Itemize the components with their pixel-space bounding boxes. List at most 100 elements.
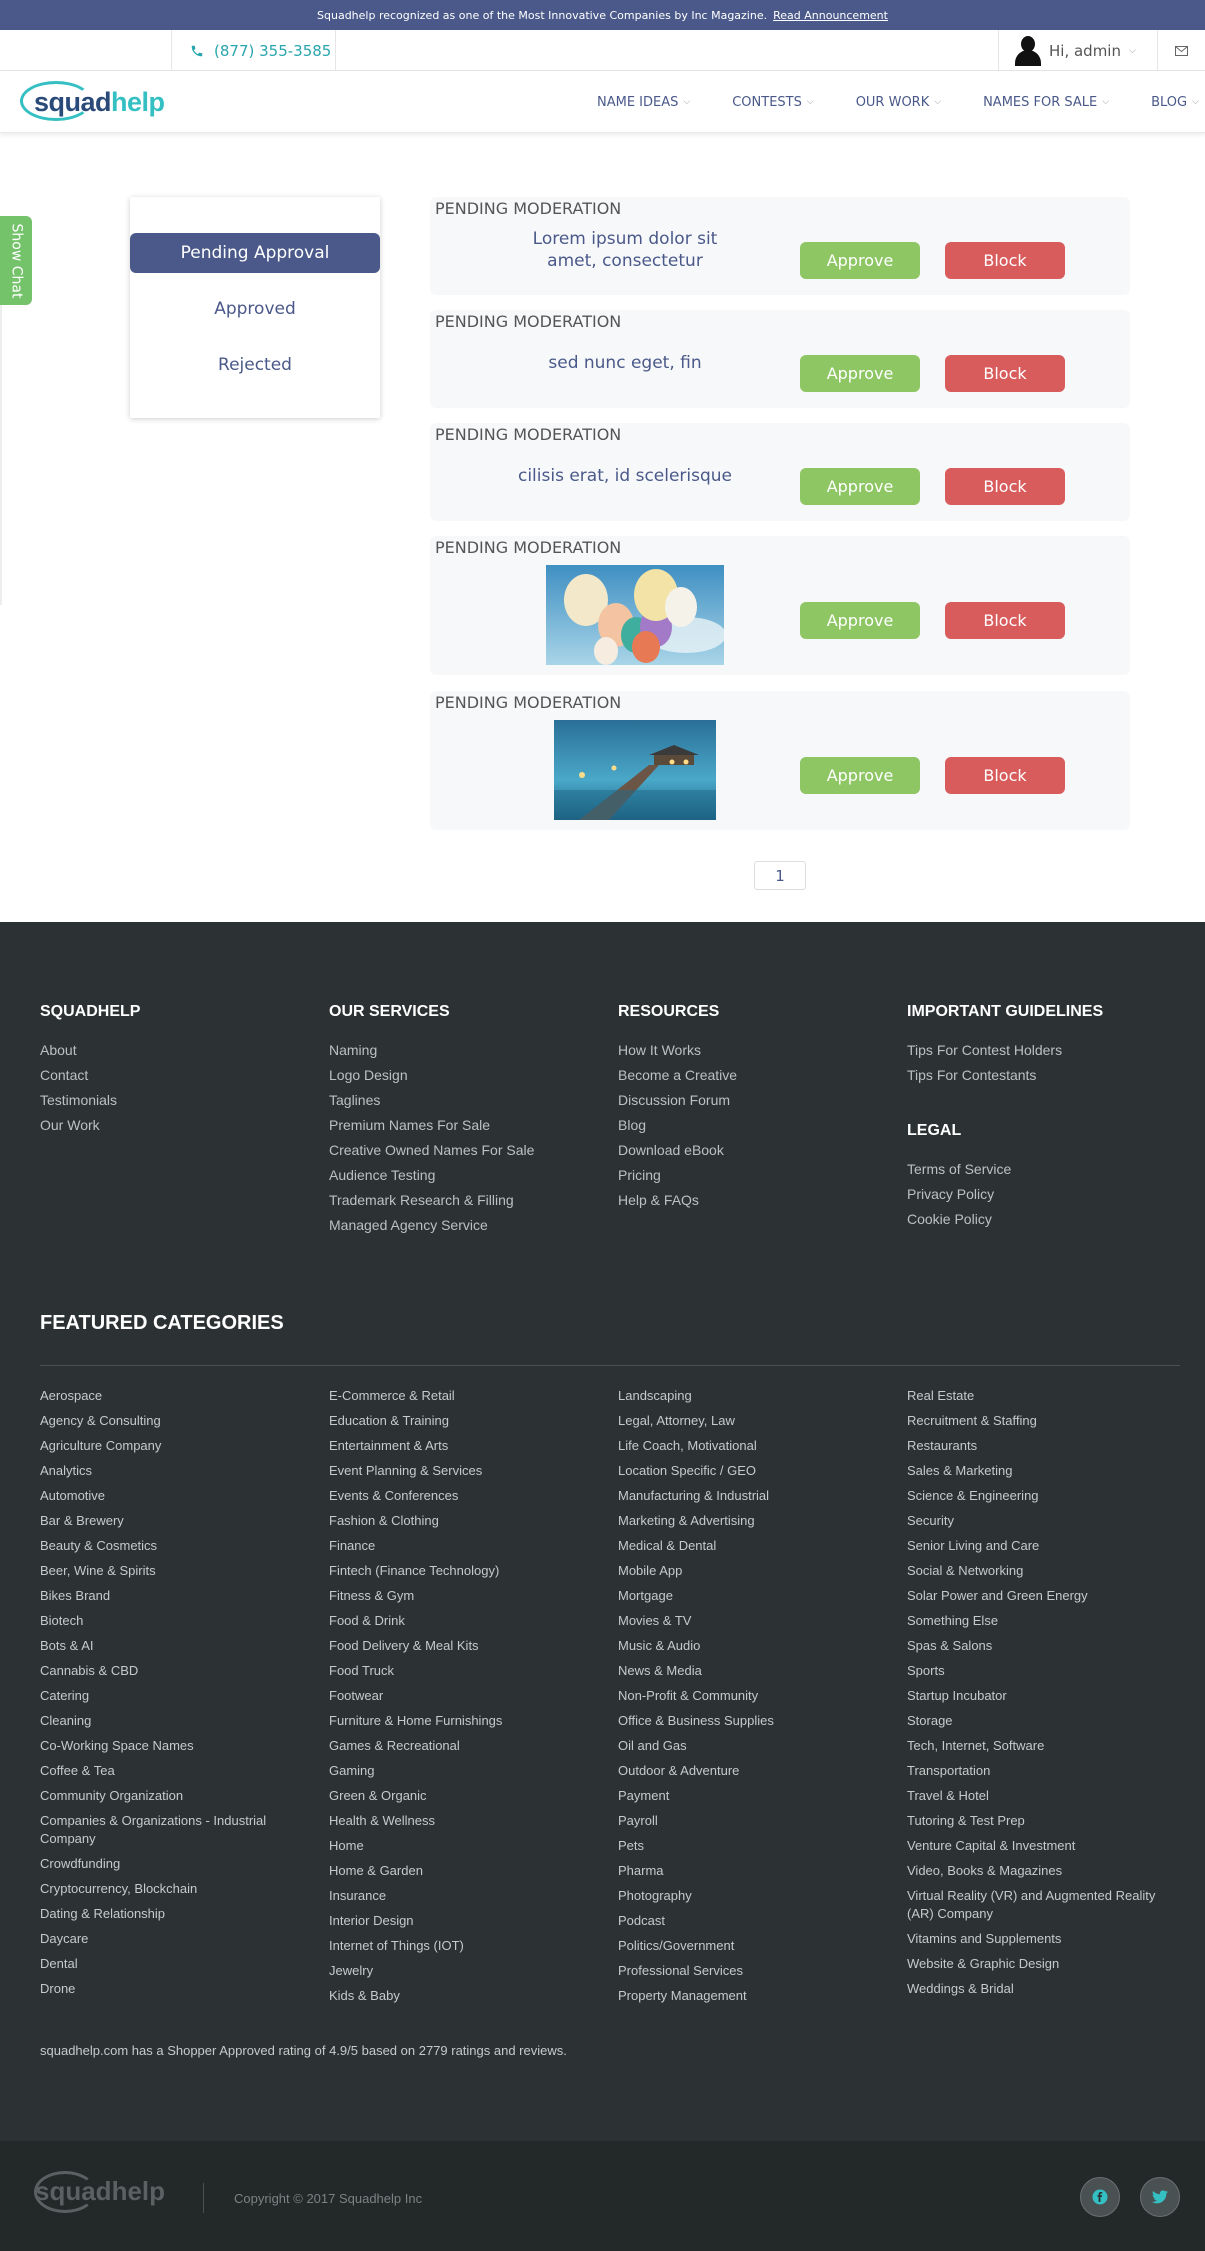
category-link[interactable]: Games & Recreational xyxy=(329,1737,599,1755)
category-link[interactable]: Payroll xyxy=(618,1812,888,1830)
category-link[interactable]: Startup Incubator xyxy=(907,1687,1177,1705)
category-link[interactable]: Furniture & Home Furnishings xyxy=(329,1712,599,1730)
category-link[interactable]: Catering xyxy=(40,1687,310,1705)
nav-name-ideas[interactable]: NAME IDEAS ⌵ xyxy=(597,95,690,110)
menu-approved[interactable]: Approved xyxy=(130,289,380,329)
category-link[interactable]: Home xyxy=(329,1837,599,1855)
category-link[interactable]: Non-Profit & Community xyxy=(618,1687,888,1705)
category-link[interactable]: Vitamins and Supplements xyxy=(907,1930,1177,1948)
category-link[interactable]: Internet of Things (IOT) xyxy=(329,1937,599,1955)
nav-contests[interactable]: CONTESTS ⌵ xyxy=(732,95,813,110)
category-link[interactable]: Health & Wellness xyxy=(329,1812,599,1830)
category-link[interactable]: Education & Training xyxy=(329,1412,599,1430)
category-link[interactable]: Gaming xyxy=(329,1762,599,1780)
footer-link[interactable]: Terms of Service xyxy=(907,1157,1011,1182)
category-link[interactable]: Beauty & Cosmetics xyxy=(40,1537,310,1555)
category-link[interactable]: Beer, Wine & Spirits xyxy=(40,1562,310,1580)
block-button[interactable]: Block xyxy=(945,757,1065,794)
approve-button[interactable]: Approve xyxy=(800,602,920,639)
category-link[interactable]: Dental xyxy=(40,1955,310,1973)
footer-logo[interactable]: squadhelp xyxy=(35,2176,165,2207)
category-link[interactable]: Storage xyxy=(907,1712,1177,1730)
approve-button[interactable]: Approve xyxy=(800,355,920,392)
footer-link[interactable]: Managed Agency Service xyxy=(329,1213,534,1238)
category-link[interactable]: Spas & Salons xyxy=(907,1637,1177,1655)
category-link[interactable]: Manufacturing & Industrial xyxy=(618,1487,888,1505)
footer-link[interactable]: Trademark Research & Filling xyxy=(329,1188,534,1213)
category-link[interactable]: Green & Organic xyxy=(329,1787,599,1805)
approve-button[interactable]: Approve xyxy=(800,242,920,279)
category-link[interactable]: Video, Books & Magazines xyxy=(907,1862,1177,1880)
nav-names-for-sale[interactable]: NAMES FOR SALE ⌵ xyxy=(983,95,1109,110)
category-link[interactable]: Outdoor & Adventure xyxy=(618,1762,888,1780)
footer-link[interactable]: Help & FAQs xyxy=(618,1188,737,1213)
category-link[interactable]: Movies & TV xyxy=(618,1612,888,1630)
category-link[interactable]: Website & Graphic Design xyxy=(907,1955,1177,1973)
category-link[interactable]: Kids & Baby xyxy=(329,1987,599,2005)
category-link[interactable]: Pharma xyxy=(618,1862,888,1880)
category-link[interactable]: Analytics xyxy=(40,1462,310,1480)
category-link[interactable]: Cleaning xyxy=(40,1712,310,1730)
footer-link[interactable]: How It Works xyxy=(618,1038,737,1063)
footer-link[interactable]: Become a Creative xyxy=(618,1063,737,1088)
show-chat-tab[interactable]: Show Chat xyxy=(0,216,32,305)
category-link[interactable]: Social & Networking xyxy=(907,1562,1177,1580)
category-link[interactable]: Location Specific / GEO xyxy=(618,1462,888,1480)
category-link[interactable]: Payment xyxy=(618,1787,888,1805)
category-link[interactable]: Fintech (Finance Technology) xyxy=(329,1562,599,1580)
category-link[interactable]: Politics/Government xyxy=(618,1937,888,1955)
category-link[interactable]: Insurance xyxy=(329,1887,599,1905)
category-link[interactable]: Virtual Reality (VR) and Augmented Reali… xyxy=(907,1887,1177,1923)
category-link[interactable]: Weddings & Bridal xyxy=(907,1980,1177,1998)
category-link[interactable]: Biotech xyxy=(40,1612,310,1630)
footer-link[interactable]: Audience Testing xyxy=(329,1163,534,1188)
category-link[interactable]: Aerospace xyxy=(40,1387,310,1405)
footer-link[interactable]: Testimonials xyxy=(40,1088,117,1113)
category-link[interactable]: Food Delivery & Meal Kits xyxy=(329,1637,599,1655)
mail-button[interactable] xyxy=(1158,30,1205,71)
category-link[interactable]: Life Coach, Motivational xyxy=(618,1437,888,1455)
category-link[interactable]: Fitness & Gym xyxy=(329,1587,599,1605)
category-link[interactable]: Landscaping xyxy=(618,1387,888,1405)
category-link[interactable]: Coffee & Tea xyxy=(40,1762,310,1780)
category-link[interactable]: Marketing & Advertising xyxy=(618,1512,888,1530)
category-link[interactable]: Interior Design xyxy=(329,1912,599,1930)
category-link[interactable]: Drone xyxy=(40,1980,310,1998)
category-link[interactable]: Senior Living and Care xyxy=(907,1537,1177,1555)
category-link[interactable]: Tech, Internet, Software xyxy=(907,1737,1177,1755)
category-link[interactable]: Dating & Relationship xyxy=(40,1905,310,1923)
category-link[interactable]: Podcast xyxy=(618,1912,888,1930)
footer-link[interactable]: Contact xyxy=(40,1063,117,1088)
footer-link[interactable]: Discussion Forum xyxy=(618,1088,737,1113)
category-link[interactable]: Property Management xyxy=(618,1987,888,2005)
category-link[interactable]: Solar Power and Green Energy xyxy=(907,1587,1177,1605)
footer-link[interactable]: Tips For Contestants xyxy=(907,1063,1062,1088)
block-button[interactable]: Block xyxy=(945,468,1065,505)
category-link[interactable]: Jewelry xyxy=(329,1962,599,1980)
menu-pending-approval[interactable]: Pending Approval xyxy=(130,233,380,273)
footer-link[interactable]: Privacy Policy xyxy=(907,1182,1011,1207)
category-link[interactable]: Restaurants xyxy=(907,1437,1177,1455)
category-link[interactable]: Co-Working Space Names xyxy=(40,1737,310,1755)
category-link[interactable]: Daycare xyxy=(40,1930,310,1948)
category-link[interactable]: Mortgage xyxy=(618,1587,888,1605)
category-link[interactable]: Bots & AI xyxy=(40,1637,310,1655)
footer-link[interactable]: Cookie Policy xyxy=(907,1207,1011,1232)
footer-link[interactable]: About xyxy=(40,1038,117,1063)
category-link[interactable]: Agriculture Company xyxy=(40,1437,310,1455)
category-link[interactable]: Home & Garden xyxy=(329,1862,599,1880)
footer-link[interactable]: Premium Names For Sale xyxy=(329,1113,534,1138)
nav-our-work[interactable]: OUR WORK ⌵ xyxy=(856,95,941,110)
category-link[interactable]: Real Estate xyxy=(907,1387,1177,1405)
category-link[interactable]: Food & Drink xyxy=(329,1612,599,1630)
block-button[interactable]: Block xyxy=(945,242,1065,279)
block-button[interactable]: Block xyxy=(945,602,1065,639)
category-link[interactable]: Fashion & Clothing xyxy=(329,1512,599,1530)
category-link[interactable]: Tutoring & Test Prep xyxy=(907,1812,1177,1830)
category-link[interactable]: Pets xyxy=(618,1837,888,1855)
footer-link[interactable]: Our Work xyxy=(40,1113,117,1138)
approve-button[interactable]: Approve xyxy=(800,757,920,794)
footer-link[interactable]: Blog xyxy=(618,1113,737,1138)
category-link[interactable]: Event Planning & Services xyxy=(329,1462,599,1480)
category-link[interactable]: Professional Services xyxy=(618,1962,888,1980)
